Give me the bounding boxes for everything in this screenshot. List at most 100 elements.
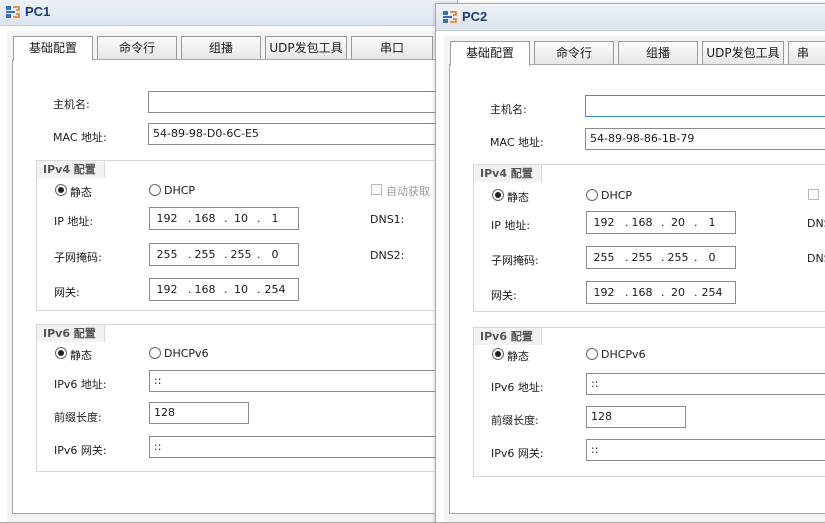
pc-window-icon: [6, 6, 20, 18]
prefix-length-label: 前缀长度:: [491, 414, 539, 427]
mask-octet-1: 255: [593, 251, 615, 264]
ip-octet-4: 1: [271, 212, 279, 225]
dns1-label: DNS1:: [370, 213, 405, 226]
hostname-label: 主机名:: [490, 103, 527, 116]
gateway-label: 网关:: [491, 289, 517, 302]
prefix-length-input[interactable]: 128: [149, 402, 249, 424]
ipv6-group-title: IPv6 配置: [473, 327, 542, 345]
gw-octet-3: 10: [234, 283, 248, 296]
gw-octet-2: 168: [631, 286, 653, 299]
ip-octet-2: 168: [631, 216, 653, 229]
pc2-window: PC2 基础配置 命令行 组播 UDP发包工具 串 主机名: MAC 地址: 5…: [435, 3, 825, 523]
pc1-titlebar[interactable]: PC1: [0, 0, 457, 26]
ipv4-group: IPv4 配置 静态 DHCP IP 地址: 192 . 168 . 20 . …: [473, 164, 825, 312]
auto-dns-checkbox[interactable]: [808, 189, 819, 200]
subnet-mask-label: 子网掩码:: [54, 251, 102, 264]
ipv6-address-label: IPv6 地址:: [54, 378, 107, 391]
auto-dns-checkbox[interactable]: [371, 184, 382, 195]
ipv6-gateway-label: IPv6 网关:: [491, 447, 544, 460]
ipv4-dhcp-label: DHCP: [601, 189, 633, 202]
tab-basic-config[interactable]: 基础配置: [13, 36, 93, 61]
tab-udp-tool[interactable]: UDP发包工具: [702, 41, 784, 65]
gw-octet-1: 192: [593, 286, 615, 299]
ipv6-dhcp-radio[interactable]: [149, 347, 161, 359]
pc2-config-panel: 主机名: MAC 地址: 54-89-98-86-1B-79 IPv4 配置 静…: [449, 64, 825, 514]
pc1-content: 基础配置 命令行 组播 UDP发包工具 串口 主机名: MAC 地址: 54-8…: [7, 31, 457, 522]
tab-basic-config[interactable]: 基础配置: [450, 41, 530, 66]
ip-address-input[interactable]: 192 . 168 . 10 . 1: [149, 207, 299, 230]
ip-octet-1: 192: [156, 212, 178, 225]
gw-octet-1: 192: [156, 283, 178, 296]
ipv6-group: IPv6 配置 静态 DHCPv6 IPv6 地址: :: 前缀长度: 128 …: [36, 324, 456, 472]
auto-dns-label: 自动获取: [386, 185, 430, 198]
gw-octet-4: 254: [701, 286, 723, 299]
pc1-window: PC1 基础配置 命令行 组播 UDP发包工具 串口 主机名: MAC 地址: …: [0, 0, 458, 523]
ipv4-dhcp-radio[interactable]: [149, 184, 161, 196]
ipv6-static-label: 静态: [507, 350, 529, 363]
pc2-titlebar[interactable]: PC2: [436, 4, 825, 31]
tab-udp-tool[interactable]: UDP发包工具: [265, 36, 347, 60]
pc1-config-panel: 主机名: MAC 地址: 54-89-98-D0-6C-E5 IPv4 配置 静…: [12, 59, 457, 514]
mask-octet-1: 255: [156, 248, 178, 261]
window-title: PC1: [25, 4, 51, 19]
window-title: PC2: [462, 9, 488, 24]
ip-octet-3: 10: [234, 212, 248, 225]
ip-octet-2: 168: [194, 212, 216, 225]
mac-label: MAC 地址:: [490, 136, 544, 149]
tab-serial[interactable]: 串口: [351, 36, 433, 60]
ipv6-dhcp-label: DHCPv6: [164, 347, 209, 360]
mac-label: MAC 地址:: [53, 131, 107, 144]
subnet-mask-input[interactable]: 255 . 255 . 255 . 0: [149, 243, 299, 266]
mask-octet-2: 255: [194, 248, 216, 261]
ipv4-static-radio[interactable]: [492, 189, 504, 201]
pc2-content: 基础配置 命令行 组播 UDP发包工具 串 主机名: MAC 地址: 54-89…: [444, 36, 825, 522]
ipv4-dhcp-radio[interactable]: [586, 189, 598, 201]
dns2-label: DNS: [807, 252, 825, 265]
ipv4-static-label: 静态: [70, 186, 92, 199]
hostname-input[interactable]: [585, 95, 825, 117]
ip-octet-3: 20: [671, 216, 685, 229]
gateway-input[interactable]: 192 . 168 . 10 . 254: [149, 278, 299, 301]
gateway-input[interactable]: 192 . 168 . 20 . 254: [586, 281, 736, 304]
mask-octet-4: 0: [708, 251, 716, 264]
ipv6-group: IPv6 配置 静态 DHCPv6 IPv6 地址: :: 前缀长度: 128 …: [473, 327, 825, 477]
hostname-label: 主机名:: [53, 98, 90, 111]
tab-multicast[interactable]: 组播: [181, 36, 261, 60]
ipv6-address-input[interactable]: ::: [586, 373, 825, 395]
ip-address-input[interactable]: 192 . 168 . 20 . 1: [586, 211, 736, 234]
ip-address-label: IP 地址:: [491, 219, 531, 232]
mac-field: 54-89-98-D0-6C-E5: [148, 123, 448, 145]
prefix-length-input[interactable]: 128: [586, 406, 686, 428]
ipv4-static-label: 静态: [507, 191, 529, 204]
prefix-length-label: 前缀长度:: [54, 411, 102, 424]
ipv6-static-radio[interactable]: [55, 347, 67, 359]
ipv6-address-label: IPv6 地址:: [491, 381, 544, 394]
ipv6-dhcp-radio[interactable]: [586, 348, 598, 360]
ipv6-dhcp-label: DHCPv6: [601, 348, 646, 361]
gw-octet-2: 168: [194, 283, 216, 296]
tab-command-line[interactable]: 命令行: [97, 36, 177, 60]
gateway-label: 网关:: [54, 286, 80, 299]
ipv4-group: IPv4 配置 静态 DHCP 自动获取 IP 地址: 192 . 168 . …: [36, 160, 456, 311]
gw-octet-3: 20: [671, 286, 685, 299]
ipv6-gateway-input[interactable]: ::: [586, 439, 825, 461]
tab-multicast[interactable]: 组播: [618, 41, 698, 65]
tab-command-line[interactable]: 命令行: [534, 41, 614, 65]
ipv6-static-radio[interactable]: [492, 348, 504, 360]
mask-octet-2: 255: [631, 251, 653, 264]
tab-serial[interactable]: 串: [788, 41, 825, 65]
pc-window-icon: [443, 11, 457, 23]
hostname-input[interactable]: [148, 91, 448, 113]
ipv4-dhcp-label: DHCP: [164, 184, 196, 197]
ipv6-gateway-input[interactable]: ::: [149, 436, 449, 458]
dns1-label: DNS: [807, 217, 825, 230]
gw-octet-4: 254: [264, 283, 286, 296]
ipv6-address-input[interactable]: ::: [149, 370, 449, 392]
ip-octet-4: 1: [708, 216, 716, 229]
ipv6-static-label: 静态: [70, 349, 92, 362]
subnet-mask-input[interactable]: 255 . 255 . 255 . 0: [586, 246, 736, 269]
mask-octet-4: 0: [271, 248, 279, 261]
subnet-mask-label: 子网掩码:: [491, 254, 539, 267]
ipv4-static-radio[interactable]: [55, 184, 67, 196]
mask-octet-3: 255: [667, 251, 689, 264]
